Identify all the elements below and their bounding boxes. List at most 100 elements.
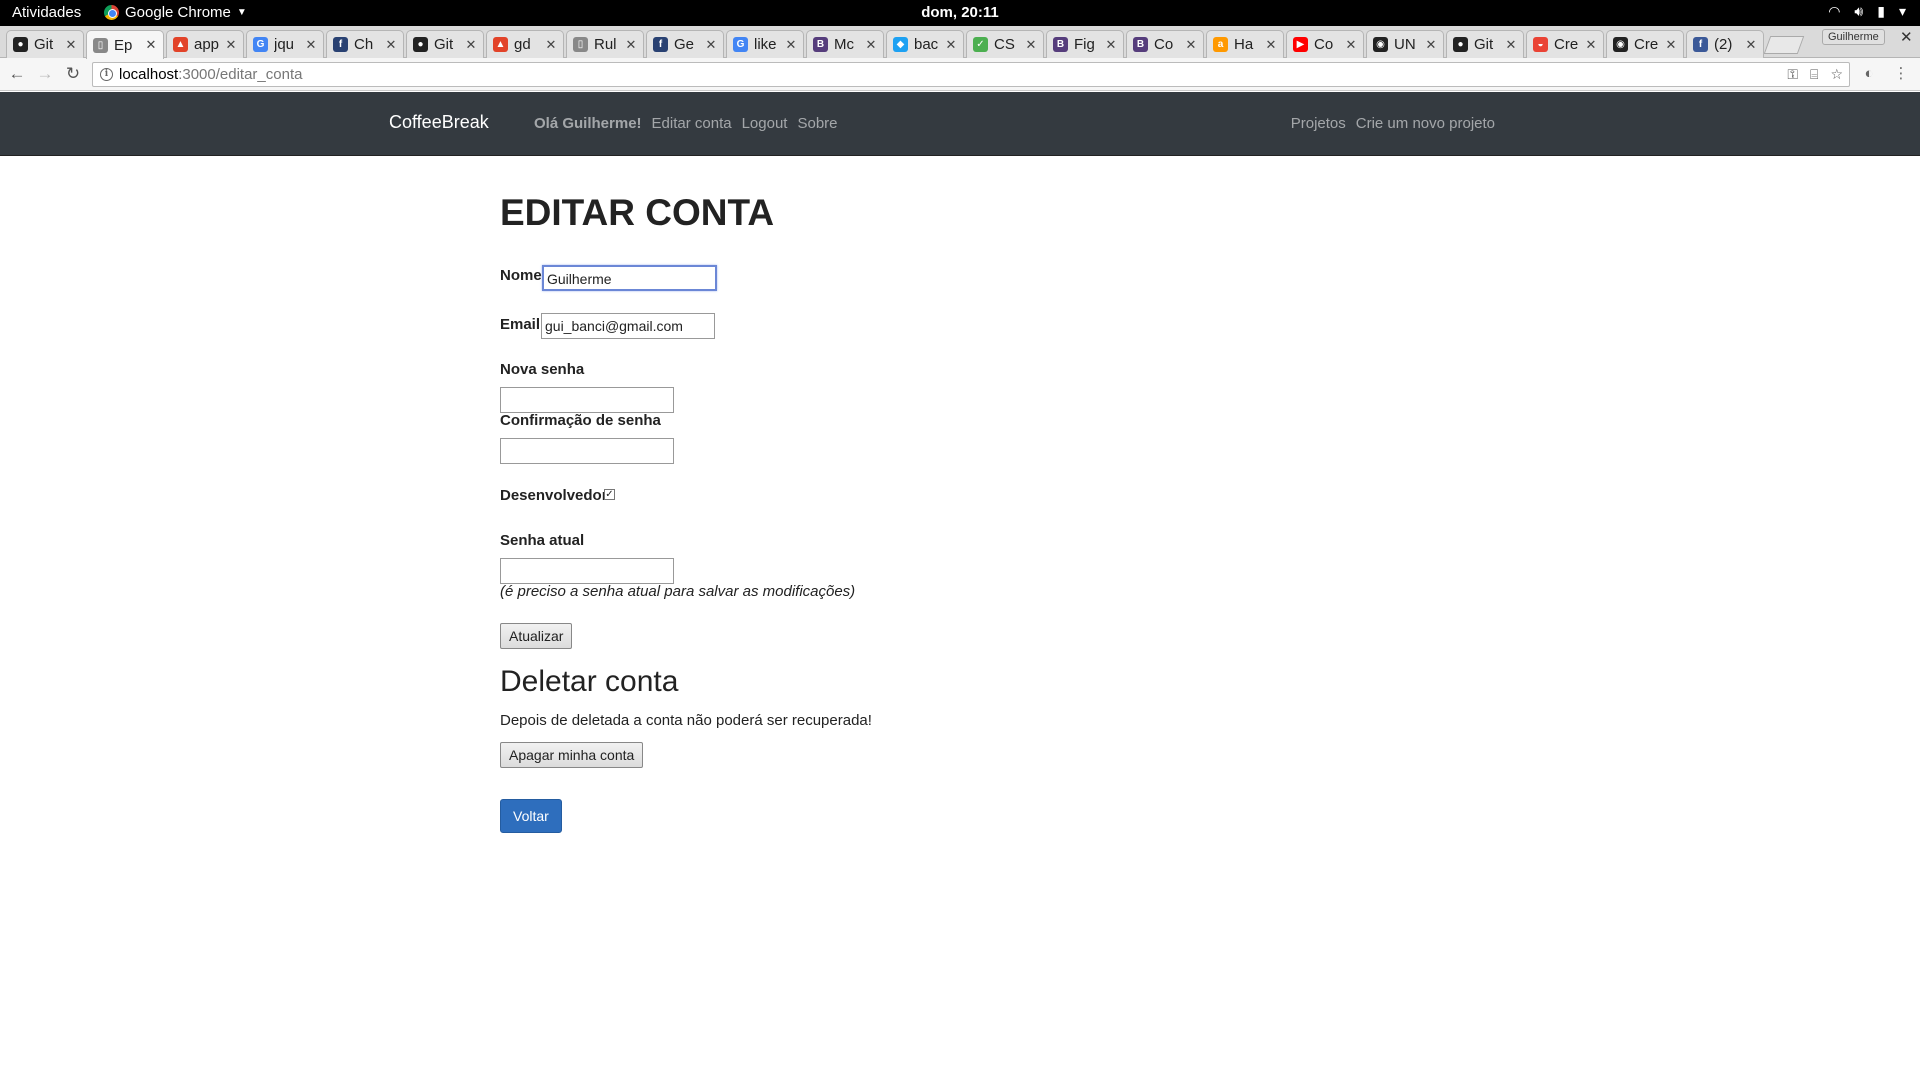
tab-close-icon[interactable]: ✕ [1264,37,1278,53]
browser-tab[interactable]: ▯ Ep ✕ [86,30,164,59]
nav-projects[interactable]: Projetos [1291,115,1346,132]
back-button[interactable]: Voltar [500,799,562,833]
browser-tab[interactable]: ◉ Cre ✕ [1606,30,1684,58]
nav-edit-account[interactable]: Editar conta [652,115,732,132]
system-top-bar: Atividades Google Chrome ▼ dom, 20:11 ◠ … [0,0,1920,26]
back-arrow-icon[interactable]: ← [6,63,28,85]
tab-close-icon[interactable]: ✕ [224,37,238,53]
nav-logout[interactable]: Logout [742,115,788,132]
browser-tab[interactable]: B Co ✕ [1126,30,1204,58]
tab-title: app [194,36,220,53]
delete-account-warning: Depois de deletada a conta não poderá se… [500,712,872,729]
translate-icon[interactable]: ⌸ [1810,63,1818,86]
tab-close-icon[interactable]: ✕ [304,37,318,53]
browser-tab[interactable]: B Mc ✕ [806,30,884,58]
tab-title: gd [514,36,531,53]
browser-tab[interactable]: ◒ Cre ✕ [1526,30,1604,58]
css-icon: ✓ [973,37,988,52]
confirm-password-input[interactable] [500,438,674,464]
activities-button[interactable]: Atividades [12,4,81,21]
tab-close-icon[interactable]: ✕ [1344,37,1358,53]
browser-tab[interactable]: ▯ Rul ✕ [566,30,644,58]
new-password-label: Nova senha [500,361,585,378]
browser-tab[interactable]: ◆ bac ✕ [886,30,964,58]
tab-close-icon[interactable]: ✕ [1024,37,1038,53]
rainbow-icon: ◒ [1533,37,1548,52]
browser-tab[interactable]: ▲ app ✕ [166,30,244,58]
email-input[interactable]: gui_banci@gmail.com [541,313,715,339]
tab-close-icon[interactable]: ✕ [1584,37,1598,53]
developer-label: Desenvolvedor [500,487,608,504]
site-info-icon[interactable]: i [100,68,113,81]
reload-icon[interactable]: ↻ [62,63,84,85]
tab-close-icon[interactable]: ✕ [1664,37,1678,53]
extension-icon[interactable]: ◐ [1858,63,1880,85]
bird-icon: ◆ [893,37,908,52]
url-path: :3000/editar_conta [178,66,303,83]
tab-title: Ch [354,36,374,53]
system-tray[interactable]: ◠ 🔊︎ ▮ ▾ [1828,3,1906,20]
browser-tab[interactable]: ▶ Co ✕ [1286,30,1364,58]
tab-close-icon[interactable]: ✕ [1424,37,1438,53]
clock[interactable]: dom, 20:11 [0,4,1920,21]
tab-title: Git [434,36,454,53]
tab-close-icon[interactable]: ✕ [1184,37,1198,53]
tab-close-icon[interactable]: ✕ [704,37,718,53]
tab-close-icon[interactable]: ✕ [1744,37,1758,53]
tab-close-icon[interactable]: ✕ [1104,37,1118,53]
bootstrap-icon: B [1133,37,1148,52]
browser-tab[interactable]: f Ch ✕ [326,30,404,58]
browser-tab[interactable]: ◉ UN ✕ [1366,30,1444,58]
browser-tab[interactable]: ● Git ✕ [1446,30,1524,58]
tab-close-icon[interactable]: ✕ [464,37,478,53]
nav-new-project[interactable]: Crie um novo projeto [1356,115,1495,132]
tab-title: Ha [1234,36,1254,53]
delete-account-button[interactable]: Apagar minha conta [500,742,644,768]
update-button[interactable]: Atualizar [500,623,573,649]
fedora-icon: f [333,37,348,52]
browser-tab[interactable]: ● Git ✕ [406,30,484,58]
browser-tab[interactable]: f (2) ✕ [1686,30,1764,58]
tab-close-icon[interactable]: ✕ [144,37,158,53]
url-text[interactable]: localhost:3000/editar_conta [119,63,302,86]
key-icon[interactable]: ⚿ [1787,63,1798,86]
tab-close-icon[interactable]: ✕ [1504,37,1518,53]
new-tab-button[interactable] [1763,36,1805,54]
new-password-input[interactable] [500,387,674,413]
forward-arrow-icon[interactable]: → [34,63,56,85]
profile-button[interactable]: Guilherme [1822,29,1885,45]
site-navbar: CoffeeBreak Olá Guilherme! Editar conta … [0,92,1920,156]
star-icon[interactable]: ☆ [1830,63,1843,86]
browser-tab[interactable]: Glike ✕ [726,30,804,58]
current-password-input[interactable] [500,558,674,584]
tab-title: like [754,36,777,53]
address-bar[interactable]: i localhost:3000/editar_conta ⚿ ⌸ ☆ [92,62,1850,87]
browser-tab[interactable]: ▲ gd ✕ [486,30,564,58]
youtube-icon: ▶ [1293,37,1308,52]
developer-checkbox[interactable]: ✓ [604,489,615,500]
browser-tab[interactable]: ✓ CS ✕ [966,30,1044,58]
browser-tab[interactable]: Gjqu ✕ [246,30,324,58]
tab-strip: ● Git ✕ ▯ Ep ✕ ▲ app ✕ Gjqu ✕ f Ch ✕ ● Git ✕ ▲ gd ✕ ▯ Rul ✕ f Ge… [0,26,1920,59]
tab-close-icon[interactable]: ✕ [864,37,878,53]
tab-close-icon[interactable]: ✕ [624,37,638,53]
window-close-icon[interactable]: ✕ [1900,28,1913,46]
browser-tab[interactable]: a Ha ✕ [1206,30,1284,58]
github-icon: ● [13,37,28,52]
brand-link[interactable]: CoffeeBreak [389,112,489,133]
fedora-icon: f [653,37,668,52]
tab-title: jqu [274,36,295,53]
gitlab-icon: ▲ [173,37,188,52]
name-input[interactable]: Guilherme [542,265,717,291]
browser-tab[interactable]: f Ge ✕ [646,30,724,58]
tab-close-icon[interactable]: ✕ [384,37,398,53]
nav-about[interactable]: Sobre [797,115,837,132]
browser-tab[interactable]: B Fig ✕ [1046,30,1124,58]
tab-close-icon[interactable]: ✕ [784,37,798,53]
browser-tab[interactable]: ● Git ✕ [6,30,84,58]
tab-close-icon[interactable]: ✕ [64,37,78,53]
menu-kebab-icon[interactable]: ⋮ [1890,63,1912,85]
app-menu[interactable]: Google Chrome ▼ [104,4,247,21]
tab-close-icon[interactable]: ✕ [544,37,558,53]
tab-close-icon[interactable]: ✕ [944,37,958,53]
